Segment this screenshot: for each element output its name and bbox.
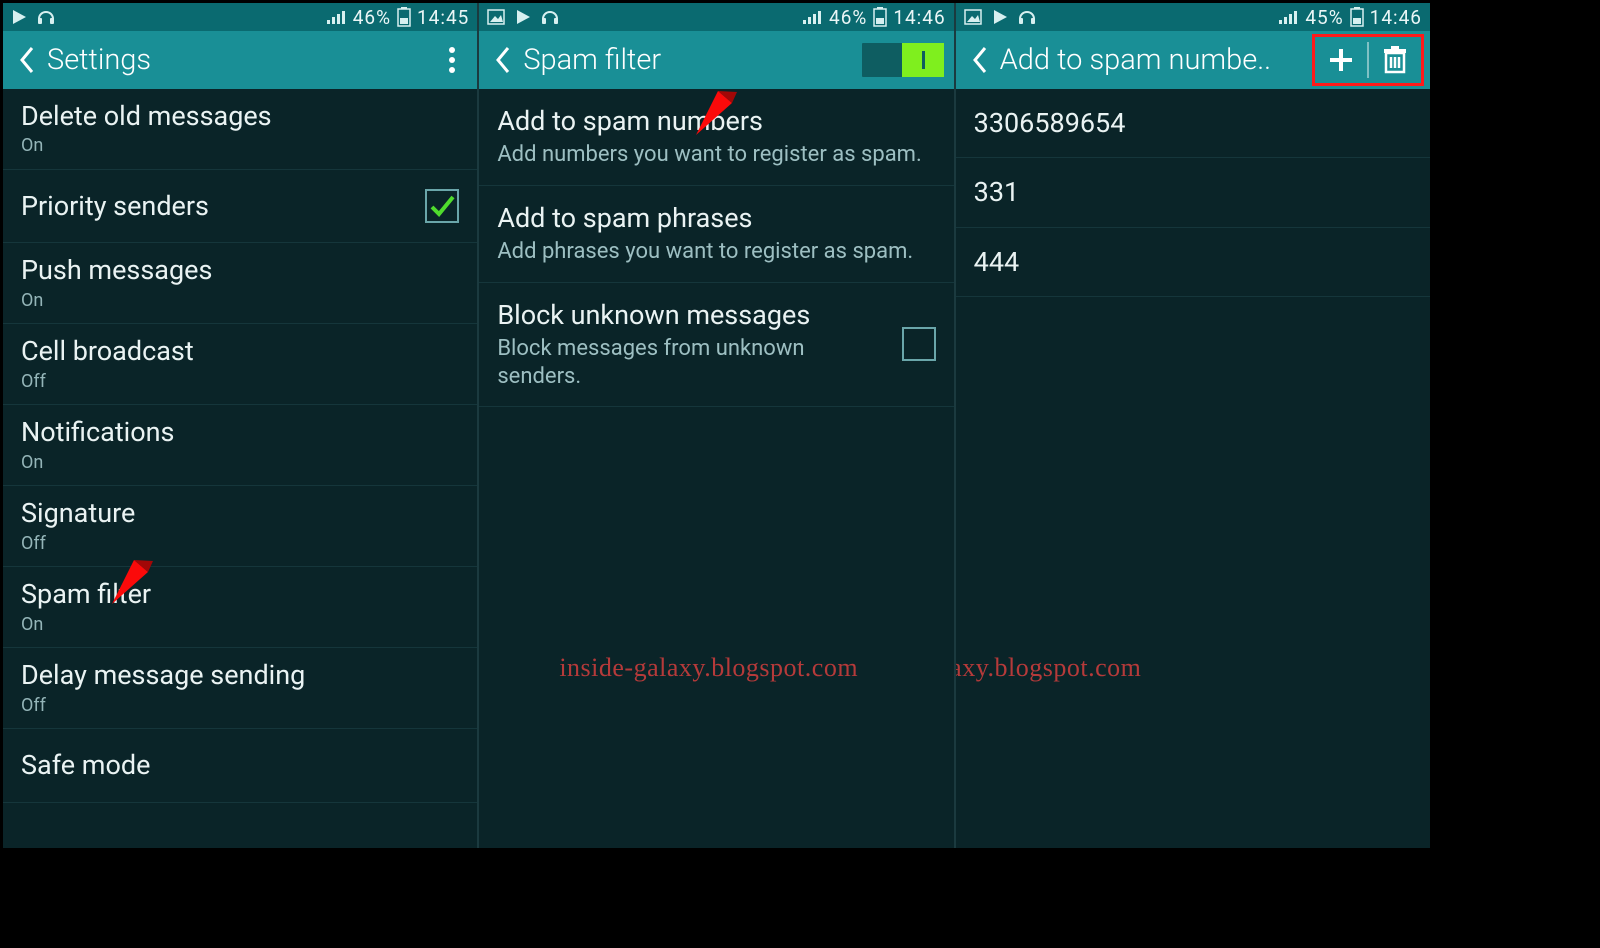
image-icon: [487, 9, 505, 25]
headphones-icon: [37, 9, 55, 25]
overflow-menu-icon[interactable]: [437, 45, 467, 75]
row-cell-broadcast[interactable]: Cell broadcast Off: [3, 324, 477, 405]
battery-percent: 45%: [1305, 6, 1343, 29]
list-item[interactable]: 331: [956, 158, 1430, 227]
row-value: On: [21, 135, 459, 157]
row-notifications[interactable]: Notifications On: [3, 405, 477, 486]
row-delay-message-sending[interactable]: Delay message sending Off: [3, 648, 477, 729]
row-priority-senders[interactable]: Priority senders: [3, 170, 477, 243]
status-bar: 46% 14:45: [3, 3, 477, 31]
play-icon: [992, 9, 1008, 25]
pane-spam-filter: 46% 14:46 Spam filter Add to spam number…: [479, 3, 955, 848]
row-spam-filter[interactable]: Spam filter On: [3, 567, 477, 648]
battery-icon: [397, 7, 411, 27]
row-desc: Add phrases you want to register as spam…: [497, 238, 935, 266]
spam-number: 3306589654: [974, 107, 1412, 139]
spam-number: 444: [974, 246, 1412, 278]
app-bar: Add to spam numbe..: [956, 31, 1430, 89]
status-bar: 45% 14:46: [956, 3, 1430, 31]
list-item[interactable]: 3306589654: [956, 89, 1430, 158]
signal-icon: [803, 9, 823, 25]
battery-percent: 46%: [353, 6, 391, 29]
row-title: Priority senders: [21, 190, 459, 222]
row-title: Notifications: [21, 416, 459, 448]
clock: 14:46: [1370, 6, 1422, 29]
signal-icon: [1279, 9, 1299, 25]
row-value: On: [21, 290, 459, 312]
checkbox-unchecked[interactable]: [902, 327, 936, 361]
row-value: On: [21, 614, 459, 636]
row-block-unknown[interactable]: Block unknown messages Block messages fr…: [479, 283, 953, 407]
battery-icon: [873, 7, 887, 27]
back-icon[interactable]: [13, 40, 41, 80]
status-bar: 46% 14:46: [479, 3, 953, 31]
watermark: inside-galaxy.blogspot.com: [956, 653, 1142, 683]
back-icon[interactable]: [966, 40, 994, 80]
row-title: Delete old messages: [21, 100, 459, 132]
headphones-icon: [541, 9, 559, 25]
row-title: Cell broadcast: [21, 335, 459, 367]
row-title: Push messages: [21, 254, 459, 286]
add-icon[interactable]: [1319, 40, 1363, 80]
spam-number: 331: [974, 176, 1412, 208]
row-title: Signature: [21, 497, 459, 529]
spam-filter-toggle[interactable]: [862, 43, 944, 77]
trash-icon[interactable]: [1373, 40, 1417, 80]
page-title: Spam filter: [523, 43, 861, 77]
signal-icon: [327, 9, 347, 25]
clock: 14:46: [893, 6, 945, 29]
list-item[interactable]: 444: [956, 228, 1430, 297]
row-value: Off: [21, 371, 459, 393]
battery-icon: [1350, 7, 1364, 27]
battery-percent: 46%: [829, 6, 867, 29]
row-title: Spam filter: [21, 578, 459, 610]
clock: 14:45: [417, 6, 469, 29]
row-push-messages[interactable]: Push messages On: [3, 243, 477, 324]
row-title: Add to spam phrases: [497, 202, 935, 234]
row-safe-mode[interactable]: Safe mode: [3, 729, 477, 802]
row-value: On: [21, 452, 459, 474]
headphones-icon: [1018, 9, 1036, 25]
page-title: Settings: [47, 43, 437, 77]
row-signature[interactable]: Signature Off: [3, 486, 477, 567]
action-separator: [1367, 42, 1369, 78]
back-icon[interactable]: [489, 40, 517, 80]
app-bar: Spam filter: [479, 31, 953, 89]
highlighted-actions: [1312, 34, 1424, 86]
watermark: inside-galaxy.blogspot.com: [559, 653, 858, 683]
row-add-spam-phrases[interactable]: Add to spam phrases Add phrases you want…: [479, 186, 953, 283]
app-bar: Settings: [3, 31, 477, 89]
play-icon: [11, 9, 27, 25]
pane-add-spam-numbers: 45% 14:46 Add to spam numbe.. 3306589654…: [956, 3, 1430, 848]
checkbox-checked[interactable]: [425, 189, 459, 223]
row-delete-old-messages[interactable]: Delete old messages On: [3, 89, 477, 170]
row-title: Safe mode: [21, 749, 459, 781]
page-title: Add to spam numbe..: [1000, 43, 1312, 77]
row-desc: Block messages from unknown senders.: [497, 335, 935, 390]
row-title: Delay message sending: [21, 659, 459, 691]
row-value: Off: [21, 533, 459, 555]
pane-settings: 46% 14:45 Settings Delete old messages O…: [3, 3, 479, 848]
play-icon: [515, 9, 531, 25]
row-value: Off: [21, 695, 459, 717]
row-title: Block unknown messages: [497, 299, 935, 331]
row-desc: Add numbers you want to register as spam…: [497, 141, 935, 169]
image-icon: [964, 9, 982, 25]
